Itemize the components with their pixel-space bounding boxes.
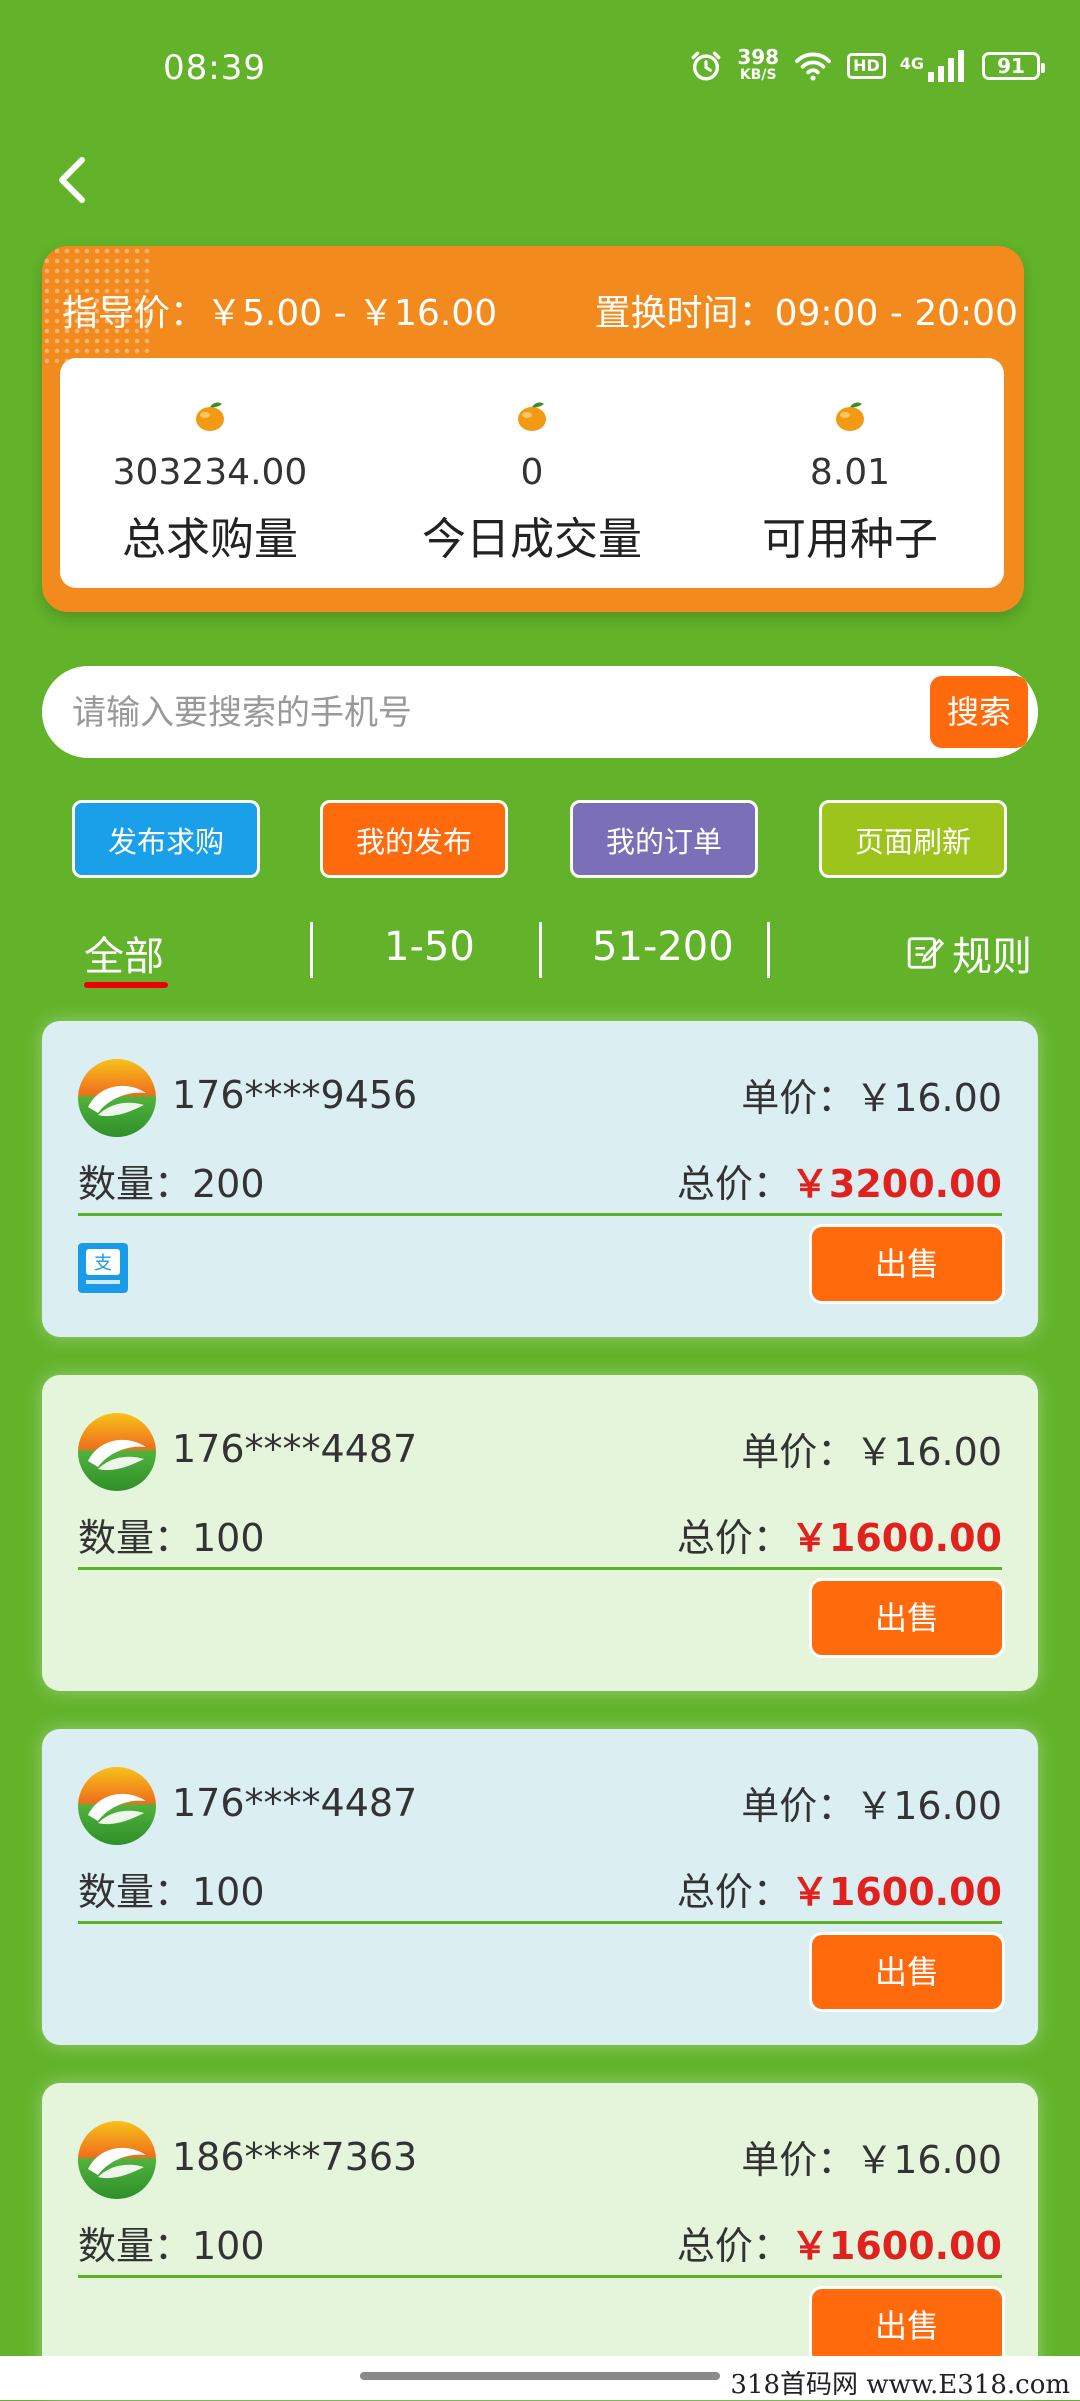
my-posts-button[interactable]: 我的发布 (320, 800, 508, 878)
svg-text:支: 支 (94, 1253, 112, 1274)
total-label: 总价： (676, 1516, 791, 1560)
total-price: 总价：￥1600.00 (677, 2215, 1002, 2270)
quantity: 数量：100 (78, 1516, 265, 1560)
tab-1-50[interactable]: 1-50 (384, 924, 475, 970)
status-time: 08:39 (163, 48, 266, 88)
unit-price: 单价：￥16.00 (741, 1784, 1002, 1828)
user-avatar-logo-icon (78, 1059, 156, 1137)
refresh-page-button[interactable]: 页面刷新 (819, 800, 1007, 878)
sell-button[interactable]: 出售 (812, 1935, 1002, 2009)
tab-all[interactable]: 全部 (84, 924, 164, 982)
stats-panel: 303234.00 总求购量 0 今日成交量 8.01 可用种子 (60, 358, 1004, 588)
total-amount: ￥1600.00 (790, 2224, 1002, 2268)
alarm-icon (691, 51, 721, 81)
stat-value: 303234.00 (112, 452, 308, 493)
stat-label: 总求购量 (122, 514, 298, 565)
network-speed-unit: KB/S (739, 67, 777, 83)
card-divider (78, 1213, 1002, 1216)
card-divider (78, 1567, 1002, 1570)
user-avatar-logo-icon (78, 2121, 156, 2199)
card-divider (78, 1921, 1002, 1924)
active-tab-indicator (84, 982, 168, 988)
unit-price: 单价：￥16.00 (741, 2138, 1002, 2182)
tab-divider (310, 922, 313, 978)
unit-price: 单价：￥16.00 (741, 1076, 1002, 1120)
status-icons: 398 KB/S HD 4G 91 (689, 45, 1045, 84)
stat-value: 0 (520, 452, 544, 493)
total-amount: ￥1600.00 (790, 1870, 1002, 1914)
total-label: 总价： (676, 1162, 791, 1206)
guide-price: 指导价：￥5.00 - ￥16.00 (62, 293, 498, 334)
quantity: 数量：100 (78, 2224, 265, 2268)
network-speed-value: 398 (737, 45, 780, 69)
stat-available-seeds: 8.01 可用种子 (700, 398, 1000, 567)
stat-total-demand: 303234.00 总求购量 (60, 398, 360, 567)
seller-phone: 186****7363 (172, 2135, 418, 2179)
user-avatar-logo-icon (78, 1767, 156, 1845)
home-indicator[interactable] (360, 2372, 720, 2380)
tab-divider (539, 922, 542, 978)
order-card: 176****4487 单价：￥16.00 数量：100 总价：￥1600.00… (42, 1375, 1038, 1691)
phone-search-input[interactable] (70, 666, 934, 760)
swap-time: 置换时间：09:00 - 20:00 (594, 293, 1018, 334)
stat-label: 今日成交量 (422, 514, 642, 565)
wifi-icon (795, 52, 831, 81)
publish-purchase-button[interactable]: 发布求购 (72, 800, 260, 878)
back-arrow-icon[interactable] (44, 150, 104, 210)
stat-label: 可用种子 (762, 514, 938, 565)
market-info-card: 指导价：￥5.00 - ￥16.00 置换时间：09:00 - 20:00 30… (42, 246, 1024, 612)
order-card: 176****9456 单价：￥16.00 数量：200 总价：￥3200.00… (42, 1021, 1038, 1337)
seller-phone: 176****4487 (172, 1427, 418, 1471)
seller-phone: 176****4487 (172, 1781, 418, 1825)
total-amount: ￥1600.00 (790, 1516, 1002, 1560)
order-card: 176****4487 单价：￥16.00 数量：100 总价：￥1600.00… (42, 1729, 1038, 2045)
total-price: 总价：￥3200.00 (677, 1153, 1002, 1208)
orange-fruit-icon (518, 402, 546, 431)
stat-today-volume: 0 今日成交量 (382, 398, 682, 567)
hd-badge: HD (847, 53, 886, 79)
battery-level: 91 (997, 54, 1025, 78)
search-button[interactable]: 搜索 (930, 676, 1028, 748)
signal-icon (928, 50, 964, 82)
battery-icon: 91 (982, 52, 1045, 80)
tab-51-200[interactable]: 51-200 (592, 924, 734, 970)
orange-fruit-icon (836, 402, 864, 431)
stat-value: 8.01 (809, 452, 891, 493)
rules-label: 规则 (952, 934, 1032, 980)
my-orders-button[interactable]: 我的订单 (570, 800, 758, 878)
order-card: 186****7363 单价：￥16.00 数量：100 总价：￥1600.00… (42, 2083, 1038, 2399)
rules-link[interactable]: 规则 (906, 924, 1032, 982)
sell-button[interactable]: 出售 (812, 1227, 1002, 1301)
orange-fruit-icon (196, 402, 224, 431)
user-avatar-logo-icon (78, 1413, 156, 1491)
seller-phone: 176****9456 (172, 1073, 418, 1117)
quantity: 数量：100 (78, 1870, 265, 1914)
card-divider (78, 2275, 1002, 2278)
network-speed: 398 KB/S (737, 45, 780, 84)
total-amount: ￥3200.00 (790, 1162, 1002, 1206)
total-price: 总价：￥1600.00 (677, 1861, 1002, 1916)
quantity: 数量：200 (78, 1162, 265, 1206)
tab-divider (767, 922, 770, 978)
network-type: 4G (899, 54, 924, 73)
edit-note-icon (907, 937, 944, 969)
total-label: 总价： (676, 2224, 791, 2268)
sell-button[interactable]: 出售 (812, 2289, 1002, 2363)
search-bar: 搜索 (42, 666, 1038, 760)
alipay-icon: 支 (78, 1243, 128, 1293)
sell-button[interactable]: 出售 (812, 1581, 1002, 1655)
total-label: 总价： (676, 1870, 791, 1914)
watermark: 318首码网 www.E318.com (730, 2370, 1070, 2400)
total-price: 总价：￥1600.00 (677, 1507, 1002, 1562)
unit-price: 单价：￥16.00 (741, 1430, 1002, 1474)
